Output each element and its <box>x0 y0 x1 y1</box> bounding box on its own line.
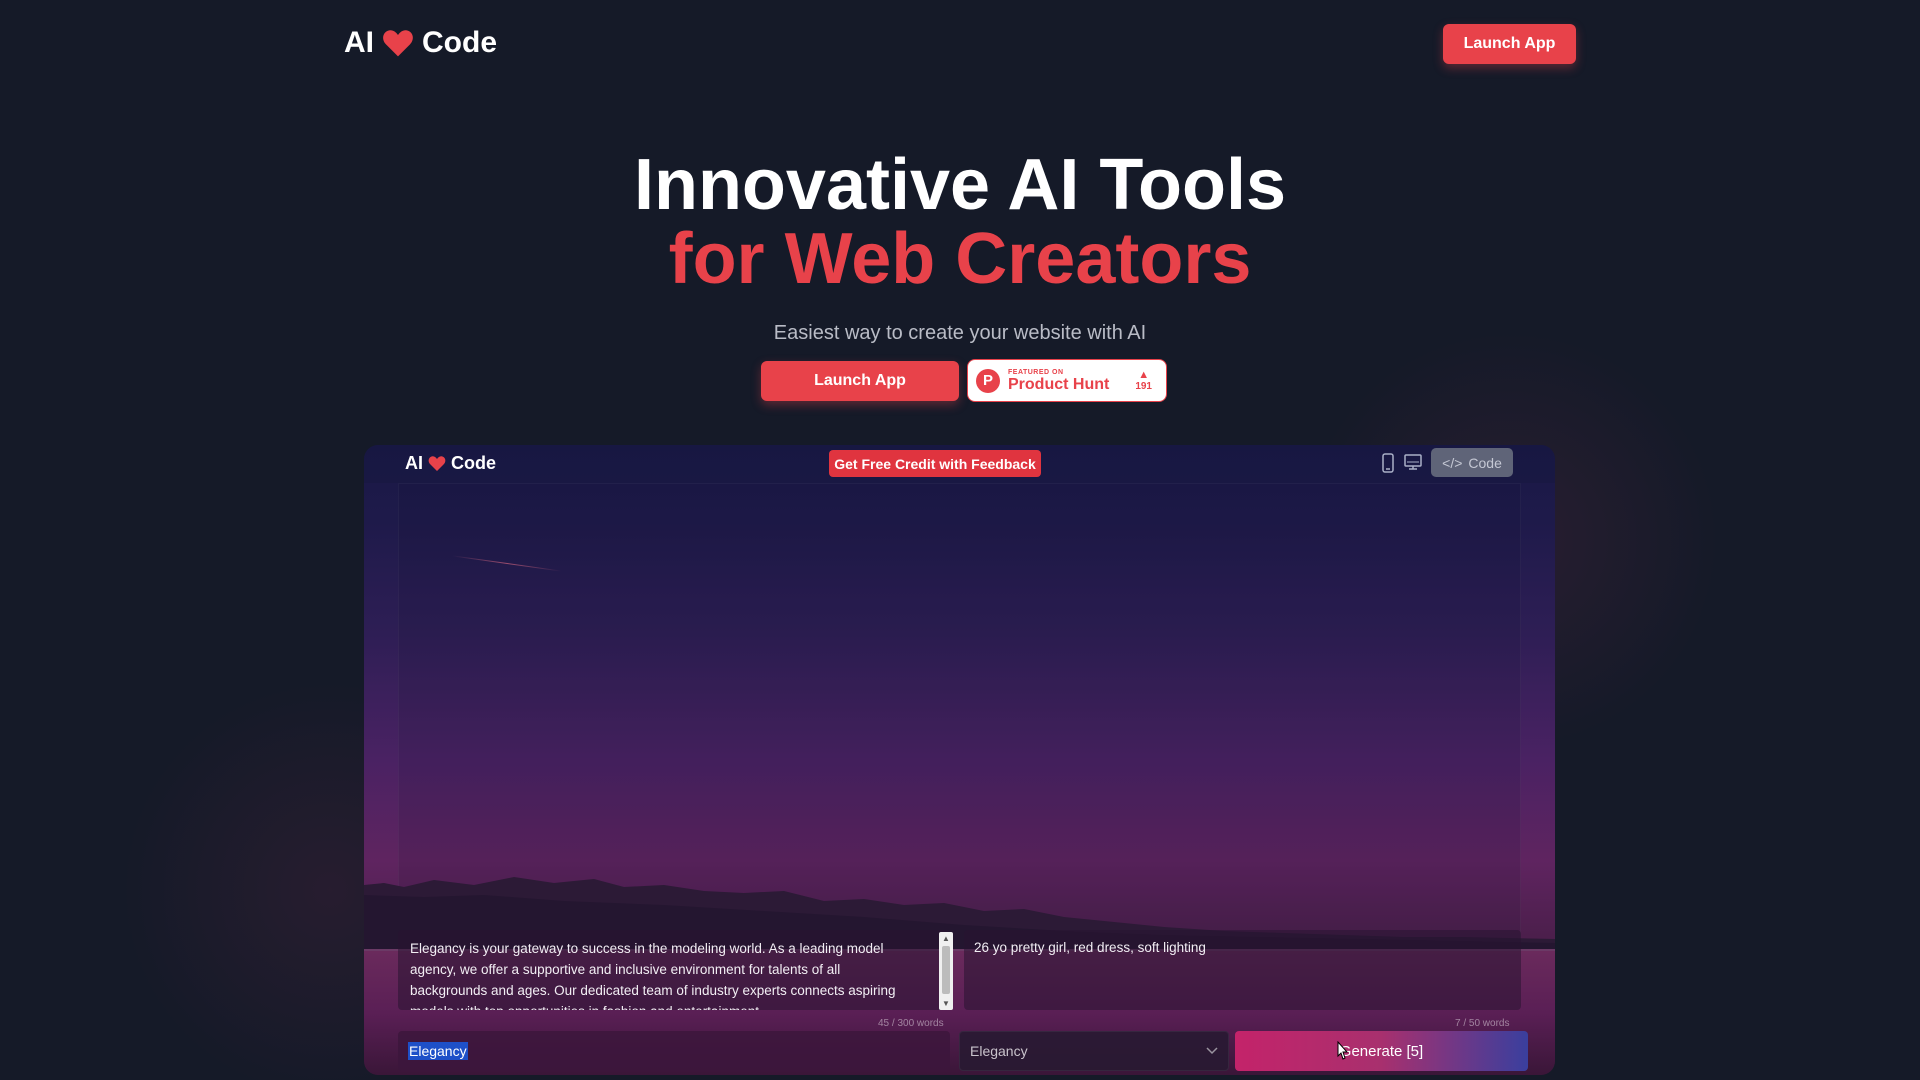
cursor-icon <box>1337 1041 1349 1060</box>
product-hunt-featured-label: FEATURED ON <box>1008 368 1064 376</box>
preview-logo[interactable]: AI Code <box>405 453 496 474</box>
nav-launch-app-button[interactable]: Launch App <box>1443 24 1576 64</box>
description-word-count: 45 / 300 words <box>878 1018 944 1029</box>
description-textarea[interactable]: Elegancy is your gateway to success in t… <box>398 930 950 1010</box>
prompt-text: 26 yo pretty girl, red dress, soft light… <box>974 940 1206 955</box>
description-text: Elegancy is your gateway to success in t… <box>410 941 896 1010</box>
image-prompt-textarea[interactable]: 26 yo pretty girl, red dress, soft light… <box>964 930 1521 1010</box>
hero-title-line1: Innovative AI Tools <box>633 145 1287 225</box>
scroll-up-icon[interactable]: ▲ <box>939 934 953 943</box>
preview-logo-code: Code <box>451 453 496 473</box>
scrollbar-thumb[interactable] <box>942 946 950 994</box>
style-select-value: Elegancy <box>970 1043 1028 1059</box>
product-hunt-name: Product Hunt <box>1008 375 1110 393</box>
hero-launch-app-button[interactable]: Launch App <box>761 361 959 401</box>
product-hunt-votes: ▲ 191 <box>1135 369 1152 392</box>
preview-logo-ai: AI <box>405 453 423 473</box>
product-hunt-icon: P <box>976 368 1000 393</box>
hero-subtitle: Easiest way to create your website with … <box>773 322 1147 344</box>
site-logo[interactable]: AI Code <box>344 26 497 60</box>
logo-text-ai: AI <box>344 26 374 59</box>
chevron-down-icon <box>1206 1047 1218 1055</box>
code-view-button[interactable]: </> Code <box>1431 448 1513 477</box>
prompt-word-count: 7 / 50 words <box>1455 1018 1510 1029</box>
product-hunt-vote-count: 191 <box>1135 381 1152 392</box>
desktop-icon[interactable] <box>1404 453 1422 476</box>
hero-title: Innovative AI Tools for Web Creators <box>0 148 1920 296</box>
site-name-selected-text: Elegancy <box>408 1042 468 1060</box>
description-scrollbar[interactable]: ▲ ▼ <box>939 932 953 1010</box>
product-hunt-badge[interactable]: P FEATURED ON Product Hunt ▲ 191 <box>967 359 1167 402</box>
code-icon: </> <box>1442 454 1463 471</box>
generate-button[interactable]: Generate [5] <box>1235 1031 1528 1071</box>
mobile-icon[interactable] <box>1382 453 1394 478</box>
code-label: Code <box>1468 454 1502 471</box>
scroll-down-icon[interactable]: ▼ <box>939 999 953 1008</box>
style-select[interactable]: Elegancy <box>959 1031 1229 1071</box>
heart-icon <box>383 30 413 57</box>
site-name-input[interactable]: Elegancy <box>398 1031 950 1071</box>
logo-text-code: Code <box>422 26 497 59</box>
app-preview: AI Code Get Free Credit with Feedback </… <box>364 445 1555 1075</box>
heart-icon <box>428 456 446 471</box>
upvote-icon: ▲ <box>1138 369 1150 381</box>
hero-title-line2: for Web Creators <box>668 219 1252 299</box>
free-credit-feedback-button[interactable]: Get Free Credit with Feedback <box>829 450 1041 477</box>
